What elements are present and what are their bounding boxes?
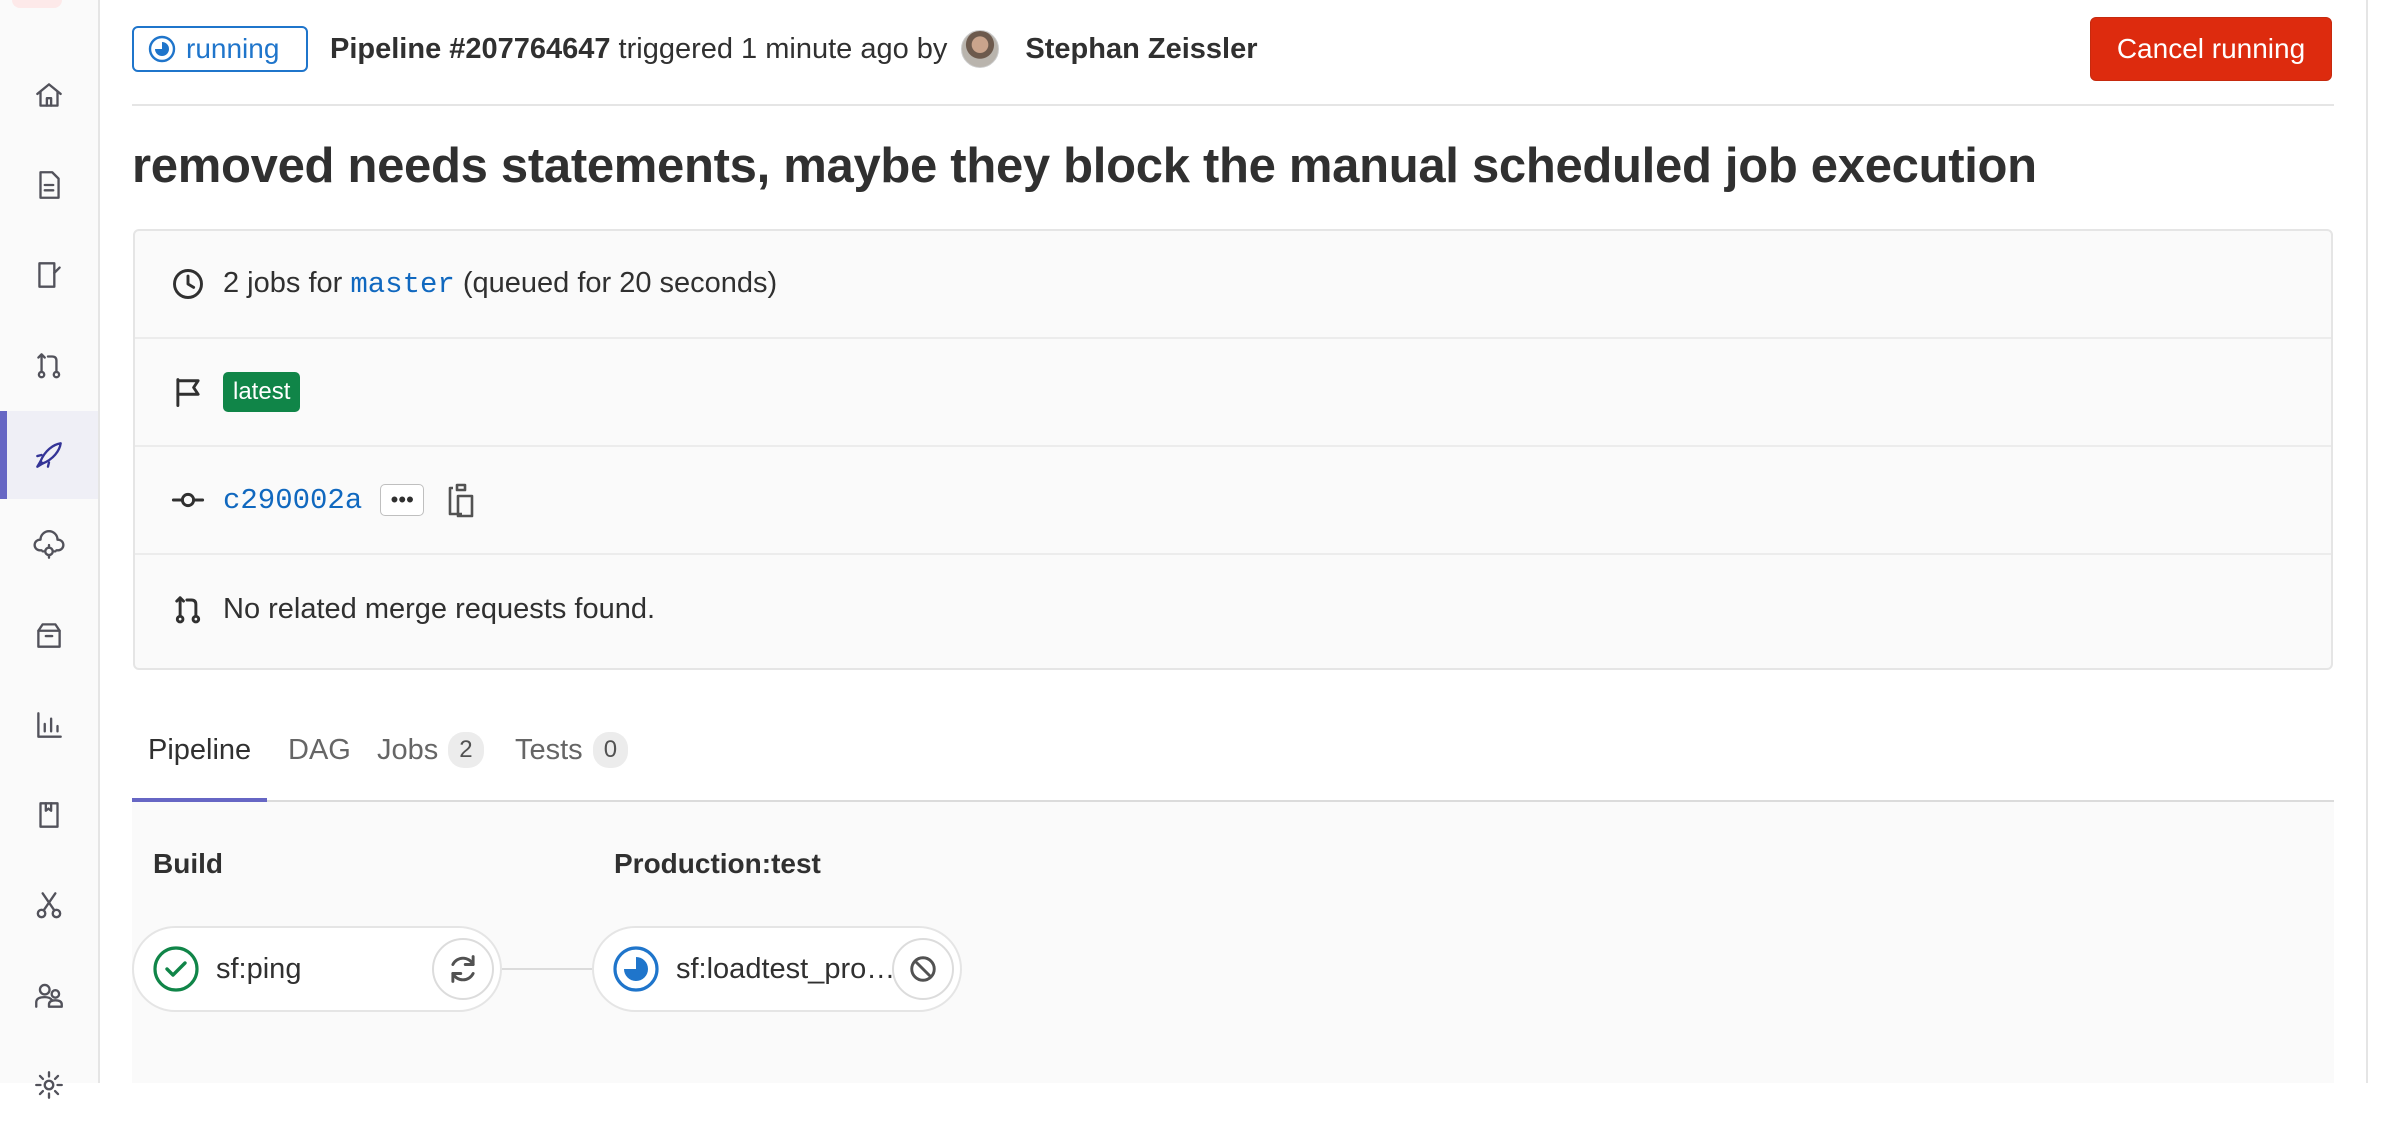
latest-badge: latest <box>223 372 301 412</box>
jobs-count-text: 2 jobs for <box>223 267 343 299</box>
stage-connector <box>502 968 592 970</box>
commit-icon <box>165 482 211 518</box>
triggered-text: triggered 1 minute ago by <box>618 32 948 65</box>
pipeline-id: Pipeline #207764647 <box>330 32 611 65</box>
queued-text: (queued for 20 seconds) <box>462 267 778 299</box>
rocket-icon <box>36 442 62 468</box>
page-right-border <box>2366 0 2368 1083</box>
job-name: sf:ping <box>216 952 302 985</box>
merge-request-icon <box>37 353 61 379</box>
sidebar-item-operations[interactable] <box>0 501 98 589</box>
sidebar <box>0 0 100 1099</box>
status-running-icon <box>613 946 659 992</box>
status-label: running <box>186 33 280 64</box>
status-running-icon <box>148 35 176 63</box>
tab-pipeline-label: Pipeline <box>148 733 252 766</box>
tab-jobs[interactable]: Jobs 2 <box>377 700 484 800</box>
header-divider <box>132 104 2334 106</box>
project-avatar[interactable] <box>12 0 62 8</box>
branch-link[interactable]: master <box>350 268 454 301</box>
author-link[interactable]: Stephan Zeissler <box>1025 33 1257 66</box>
pipeline-tabs: Pipeline DAG Jobs 2 Tests 0 <box>132 700 2334 802</box>
commit-title: removed needs statements, maybe they blo… <box>132 139 2037 193</box>
copy-icon[interactable] <box>444 482 476 518</box>
commit-sha-link[interactable]: c290002a <box>223 484 362 517</box>
chart-icon <box>37 712 62 738</box>
merge-requests-text: No related merge requests found. <box>223 592 656 625</box>
home-icon <box>36 83 62 107</box>
status-success-icon <box>153 946 199 992</box>
stage-title-build: Build <box>153 848 223 879</box>
badges-row: latest <box>135 339 2331 447</box>
merge-request-icon <box>165 591 211 627</box>
cloud-gear-icon <box>33 530 65 559</box>
cancel-job-button[interactable] <box>892 938 954 1000</box>
avatar[interactable] <box>961 30 1000 68</box>
tab-dag-label: DAG <box>288 733 351 766</box>
issues-icon <box>38 262 61 288</box>
pipeline-graph: Build Production:test sf:ping sf:loadtes… <box>132 802 2334 1083</box>
sidebar-item-members[interactable] <box>0 951 98 1039</box>
jobs-count-badge: 2 <box>448 732 484 768</box>
clock-icon <box>165 266 211 302</box>
merge-requests-row: No related merge requests found. <box>135 555 2331 663</box>
jobs-info-row: 2 jobs for master (queued for 20 seconds… <box>135 231 2331 339</box>
retry-icon <box>451 955 475 983</box>
job-sf-loadtest-production[interactable]: sf:loadtest_production <box>592 926 962 1012</box>
commit-row: c290002a ••• <box>135 447 2331 555</box>
job-sf-ping[interactable]: sf:ping <box>132 926 502 1012</box>
retry-job-button[interactable] <box>432 938 494 1000</box>
sidebar-item-packages[interactable] <box>0 591 98 679</box>
book-icon <box>39 802 59 828</box>
tab-tests[interactable]: Tests 0 <box>515 700 629 800</box>
sidebar-item-wiki[interactable] <box>0 771 98 859</box>
sidebar-item-ci-cd[interactable] <box>0 411 98 499</box>
stage-title-production-test: Production:test <box>614 848 821 879</box>
tab-jobs-label: Jobs <box>377 733 439 766</box>
tab-tests-label: Tests <box>515 733 583 766</box>
file-icon <box>39 171 60 199</box>
tests-count-badge: 0 <box>592 732 629 768</box>
toggle-commit-description-button[interactable]: ••• <box>380 484 425 516</box>
pipeline-header: Pipeline #207764647 triggered 1 minute a… <box>330 30 1258 68</box>
package-icon <box>37 623 61 648</box>
cancel-icon <box>910 956 936 982</box>
tab-dag[interactable]: DAG <box>288 700 351 800</box>
sidebar-item-analytics[interactable] <box>0 681 98 769</box>
sidebar-item-project-overview[interactable] <box>0 51 98 139</box>
settings-icon <box>35 1071 63 1099</box>
flag-icon <box>165 374 211 410</box>
users-icon <box>35 983 63 1008</box>
pipeline-status-badge[interactable]: running <box>132 26 308 72</box>
sidebar-item-settings[interactable] <box>0 1041 98 1129</box>
snippet-icon <box>36 892 62 919</box>
job-name: sf:loadtest_production <box>676 952 896 985</box>
sidebar-item-snippets[interactable] <box>0 861 98 949</box>
sidebar-item-repository[interactable] <box>0 141 98 229</box>
sidebar-item-merge-requests[interactable] <box>0 321 98 409</box>
tab-pipeline[interactable]: Pipeline <box>132 700 268 802</box>
pipeline-info-box: 2 jobs for master (queued for 20 seconds… <box>133 229 2333 670</box>
cancel-running-button[interactable]: Cancel running <box>2090 17 2332 81</box>
jobs-summary: 2 jobs for master (queued for 20 seconds… <box>223 267 777 301</box>
sidebar-item-issues[interactable] <box>0 231 98 319</box>
